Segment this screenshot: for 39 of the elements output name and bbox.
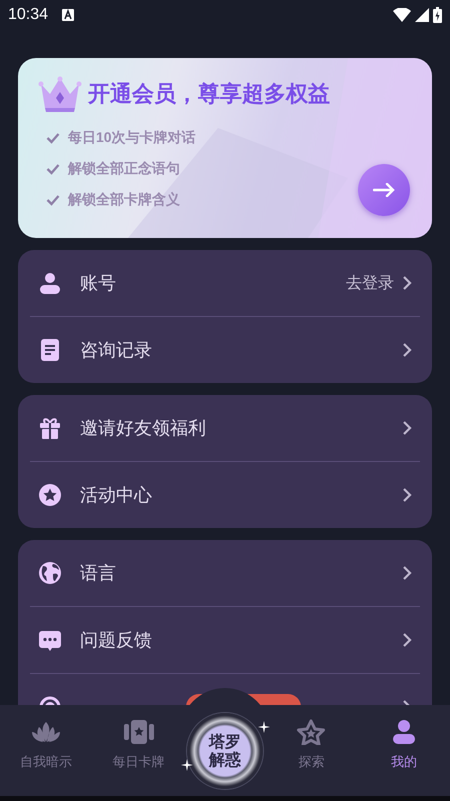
menu-item-label[interactable]: 账号 bbox=[80, 271, 116, 295]
chevron-right-icon bbox=[402, 420, 412, 436]
person-icon bbox=[38, 271, 62, 295]
check-icon bbox=[46, 132, 60, 144]
menu-item-label[interactable]: 语言 bbox=[80, 561, 116, 585]
card-icon bbox=[122, 719, 155, 745]
menu-item-label[interactable]: 邀请好友领福利 bbox=[80, 416, 206, 440]
menu-item-label[interactable]: 活动中心 bbox=[80, 483, 152, 507]
chevron-right-icon bbox=[402, 342, 412, 358]
login-link[interactable]: 去登录 bbox=[346, 272, 394, 294]
signal-icon bbox=[415, 8, 429, 22]
document-icon bbox=[38, 338, 62, 362]
menu-item-label[interactable]: 问题反馈 bbox=[80, 628, 152, 652]
arrow-button[interactable] bbox=[358, 164, 410, 216]
battery-icon bbox=[433, 7, 442, 23]
wifi-icon bbox=[393, 8, 411, 22]
membership-card[interactable]: 开通会员，尊享超多权益 每日10次与卡牌对话 解锁全部正念语句 解锁全部卡牌含义 bbox=[18, 58, 432, 238]
check-icon bbox=[46, 194, 60, 206]
chevron-right-icon bbox=[402, 632, 412, 648]
membership-title: 开通会员，尊享超多权益 bbox=[88, 80, 330, 108]
chat-icon bbox=[38, 628, 62, 652]
crown-icon bbox=[38, 76, 82, 112]
nav-tab[interactable]: 我的 bbox=[358, 705, 450, 796]
benefit-text: 解锁全部卡牌含义 bbox=[68, 191, 180, 209]
chevron-right-icon bbox=[402, 487, 412, 503]
chevron-right-icon bbox=[402, 275, 412, 291]
check-icon bbox=[46, 163, 60, 175]
globe-icon bbox=[38, 561, 62, 585]
menu-item-label[interactable]: 咨询记录 bbox=[80, 338, 152, 362]
notification-icon bbox=[62, 9, 74, 21]
chevron-right-icon bbox=[402, 565, 412, 581]
benefit-text: 解锁全部正念语句 bbox=[68, 160, 180, 178]
benefit-text: 每日10次与卡牌对话 bbox=[68, 129, 196, 147]
status-time: 10:34 bbox=[8, 6, 48, 24]
arrow-right-icon bbox=[373, 183, 395, 197]
sparkle-icon bbox=[258, 721, 270, 733]
star-icon bbox=[295, 719, 328, 745]
sparkle-icon bbox=[181, 759, 193, 771]
gift-icon bbox=[38, 416, 62, 440]
